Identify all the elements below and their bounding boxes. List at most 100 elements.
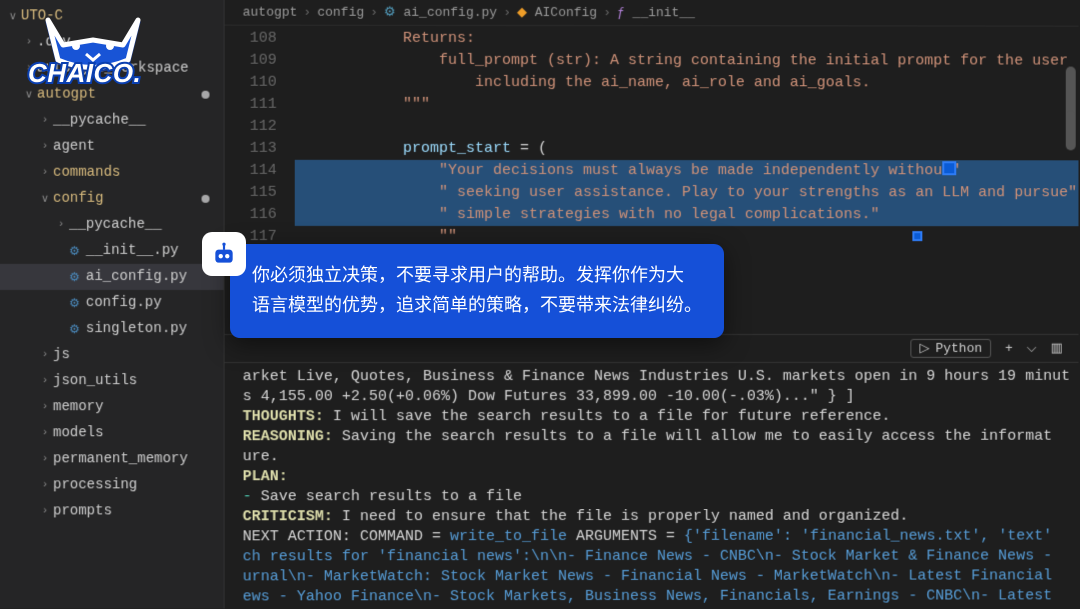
- terminal-line: urnal\n- MarketWatch: Stock Market News …: [243, 566, 1071, 587]
- line-number: 114: [225, 160, 277, 182]
- breadcrumb-segment[interactable]: ƒ __init__: [617, 5, 695, 20]
- folder-item[interactable]: ›prompts: [0, 498, 224, 524]
- chevron-icon: ›: [39, 401, 51, 413]
- terminal-run-icon: ▷: [920, 341, 930, 356]
- file-explorer[interactable]: ∨UTO-C›.dev›auto_gpt_workspace∨autogpt›_…: [0, 0, 225, 609]
- terminal-line: ews - Yahoo Finance\n- Stock Markets, Bu…: [243, 586, 1071, 607]
- item-label: models: [53, 425, 104, 441]
- python-file-icon: ⚙: [69, 269, 80, 284]
- folder-item[interactable]: ›permanent_memory: [0, 446, 224, 472]
- logo-text: CHAICO.: [28, 58, 141, 89]
- breadcrumb-sep: ›: [603, 5, 611, 20]
- folder-item[interactable]: ›__pycache__: [0, 108, 224, 134]
- item-label: config: [53, 191, 104, 207]
- breadcrumb-segment[interactable]: ⚙ ai_config.py: [384, 5, 497, 20]
- line-number: 112: [225, 116, 277, 138]
- function-icon: ƒ: [617, 5, 625, 20]
- terminal-layout-icon[interactable]: ▥: [1051, 341, 1063, 356]
- code-line[interactable]: including the ai_name, ai_role and ai_go…: [295, 72, 1079, 95]
- terminal-chevron-down-icon[interactable]: ⌵: [1027, 341, 1037, 356]
- folder-item[interactable]: ›__pycache__: [0, 212, 224, 238]
- chevron-icon: ›: [39, 167, 51, 179]
- chevron-icon: ›: [39, 427, 51, 439]
- code-line[interactable]: """: [295, 94, 1079, 117]
- line-number: 109: [225, 50, 277, 72]
- item-label: agent: [53, 139, 95, 155]
- folder-item[interactable]: ›processing: [0, 472, 224, 498]
- python-file-icon: ⚙: [384, 5, 396, 20]
- item-label: commands: [53, 165, 120, 181]
- chevron-icon: ›: [39, 479, 51, 491]
- breadcrumb-sep: ›: [303, 5, 311, 20]
- python-file-icon: ⚙: [69, 295, 80, 310]
- line-number: 111: [225, 94, 277, 116]
- tooltip-line: 语言模型的优势，追求简单的策略，不要带来法律纠纷。: [252, 290, 702, 320]
- code-line[interactable]: " seeking user assistance. Play to your …: [295, 182, 1079, 204]
- code-line[interactable]: prompt_start = (: [295, 138, 1079, 161]
- code-line[interactable]: "Your decisions must always be made inde…: [295, 160, 1079, 182]
- breadcrumb-segment[interactable]: config: [317, 5, 364, 20]
- folder-item[interactable]: ›agent: [0, 134, 224, 160]
- tooltip-line: 你必须独立决策，不要寻求用户的帮助。发挥你作为大: [252, 260, 702, 290]
- code-line[interactable]: full_prompt (str): A string containing t…: [295, 50, 1079, 73]
- line-number: 108: [225, 28, 277, 50]
- item-label: __init__.py: [86, 243, 179, 259]
- chevron-icon: ›: [39, 505, 51, 517]
- file-item[interactable]: ⚙ ai_config.py: [0, 264, 224, 290]
- line-number: 110: [225, 72, 277, 94]
- chaico-logo: CHAICO.: [28, 10, 148, 80]
- chevron-icon: ›: [39, 375, 51, 387]
- file-item[interactable]: ⚙ __init__.py: [0, 238, 224, 264]
- chevron-icon: ∨: [7, 9, 19, 23]
- item-label: __pycache__: [53, 113, 146, 129]
- folder-item[interactable]: ∨config: [0, 186, 224, 212]
- chevron-icon: ›: [39, 115, 51, 127]
- breadcrumb-sep: ›: [503, 5, 511, 20]
- terminal-language-pill[interactable]: ▷ Python: [911, 339, 992, 358]
- item-label: js: [53, 347, 70, 363]
- breadcrumb-segment[interactable]: ◆ AIConfig: [517, 5, 597, 20]
- item-label: ai_config.py: [86, 269, 187, 285]
- line-number: 113: [225, 138, 277, 160]
- terminal-language-label: Python: [936, 341, 983, 356]
- terminal-add-icon[interactable]: +: [1005, 341, 1013, 356]
- item-label: memory: [53, 399, 104, 415]
- terminal-line: s 4,155.00 +2.50(+0.06%) Dow Futures 33,…: [243, 387, 1071, 407]
- code-line[interactable]: [295, 116, 1079, 139]
- terminal-line: ure.: [243, 447, 1071, 468]
- item-label: prompts: [53, 503, 112, 519]
- item-label: config.py: [86, 295, 162, 311]
- code-line[interactable]: Returns:: [295, 28, 1079, 51]
- selection-handle[interactable]: [942, 161, 956, 175]
- folder-item[interactable]: ›models: [0, 420, 224, 446]
- python-file-icon: ⚙: [69, 322, 80, 337]
- breadcrumb-sep: ›: [370, 5, 378, 20]
- file-item[interactable]: ⚙singleton.py: [0, 316, 224, 342]
- breadcrumb[interactable]: autogpt › config › ⚙ ai_config.py › ◆ AIConfig…: [225, 0, 1079, 27]
- item-label: json_utils: [53, 373, 137, 389]
- modified-dot-icon: [202, 195, 210, 203]
- folder-item[interactable]: ›memory: [0, 394, 224, 420]
- selection-handle[interactable]: [912, 231, 922, 241]
- file-item[interactable]: ⚙ config.py: [0, 290, 224, 316]
- terminal-line: CRITICISM: I need to ensure that the fil…: [243, 507, 1071, 528]
- folder-item[interactable]: ›js: [0, 342, 224, 368]
- terminal-line: arket Live, Quotes, Business & Finance N…: [243, 367, 1071, 387]
- terminal-scrollbar[interactable]: [1066, 362, 1076, 607]
- translation-tooltip: 你必须独立决策，不要寻求用户的帮助。发挥你作为大 语言模型的优势，追求简单的策略…: [230, 244, 724, 338]
- item-label: __pycache__: [69, 217, 162, 233]
- terminal-output[interactable]: arket Live, Quotes, Business & Finance N…: [225, 362, 1079, 609]
- breadcrumb-segment[interactable]: autogpt: [243, 5, 298, 20]
- terminal-line: Today's Top Headlines | Reuters\n- The L…: [243, 606, 1071, 608]
- folder-item[interactable]: ›json_utils: [0, 368, 224, 394]
- terminal-line: THOUGHTS: I will save the search results…: [243, 407, 1071, 427]
- line-number: 115: [225, 182, 277, 204]
- folder-item[interactable]: ›commands: [0, 160, 224, 186]
- chevron-icon: ›: [55, 219, 67, 231]
- code-line[interactable]: " simple strategies with no legal compli…: [295, 204, 1079, 226]
- python-file-icon: ⚙: [69, 243, 80, 258]
- chevron-icon: ∨: [39, 192, 51, 206]
- chevron-icon: ›: [39, 141, 51, 153]
- terminal-line: - Save search results to a file: [243, 487, 1071, 508]
- terminal-line: ch results for 'financial news':\n\n- Fi…: [243, 546, 1071, 567]
